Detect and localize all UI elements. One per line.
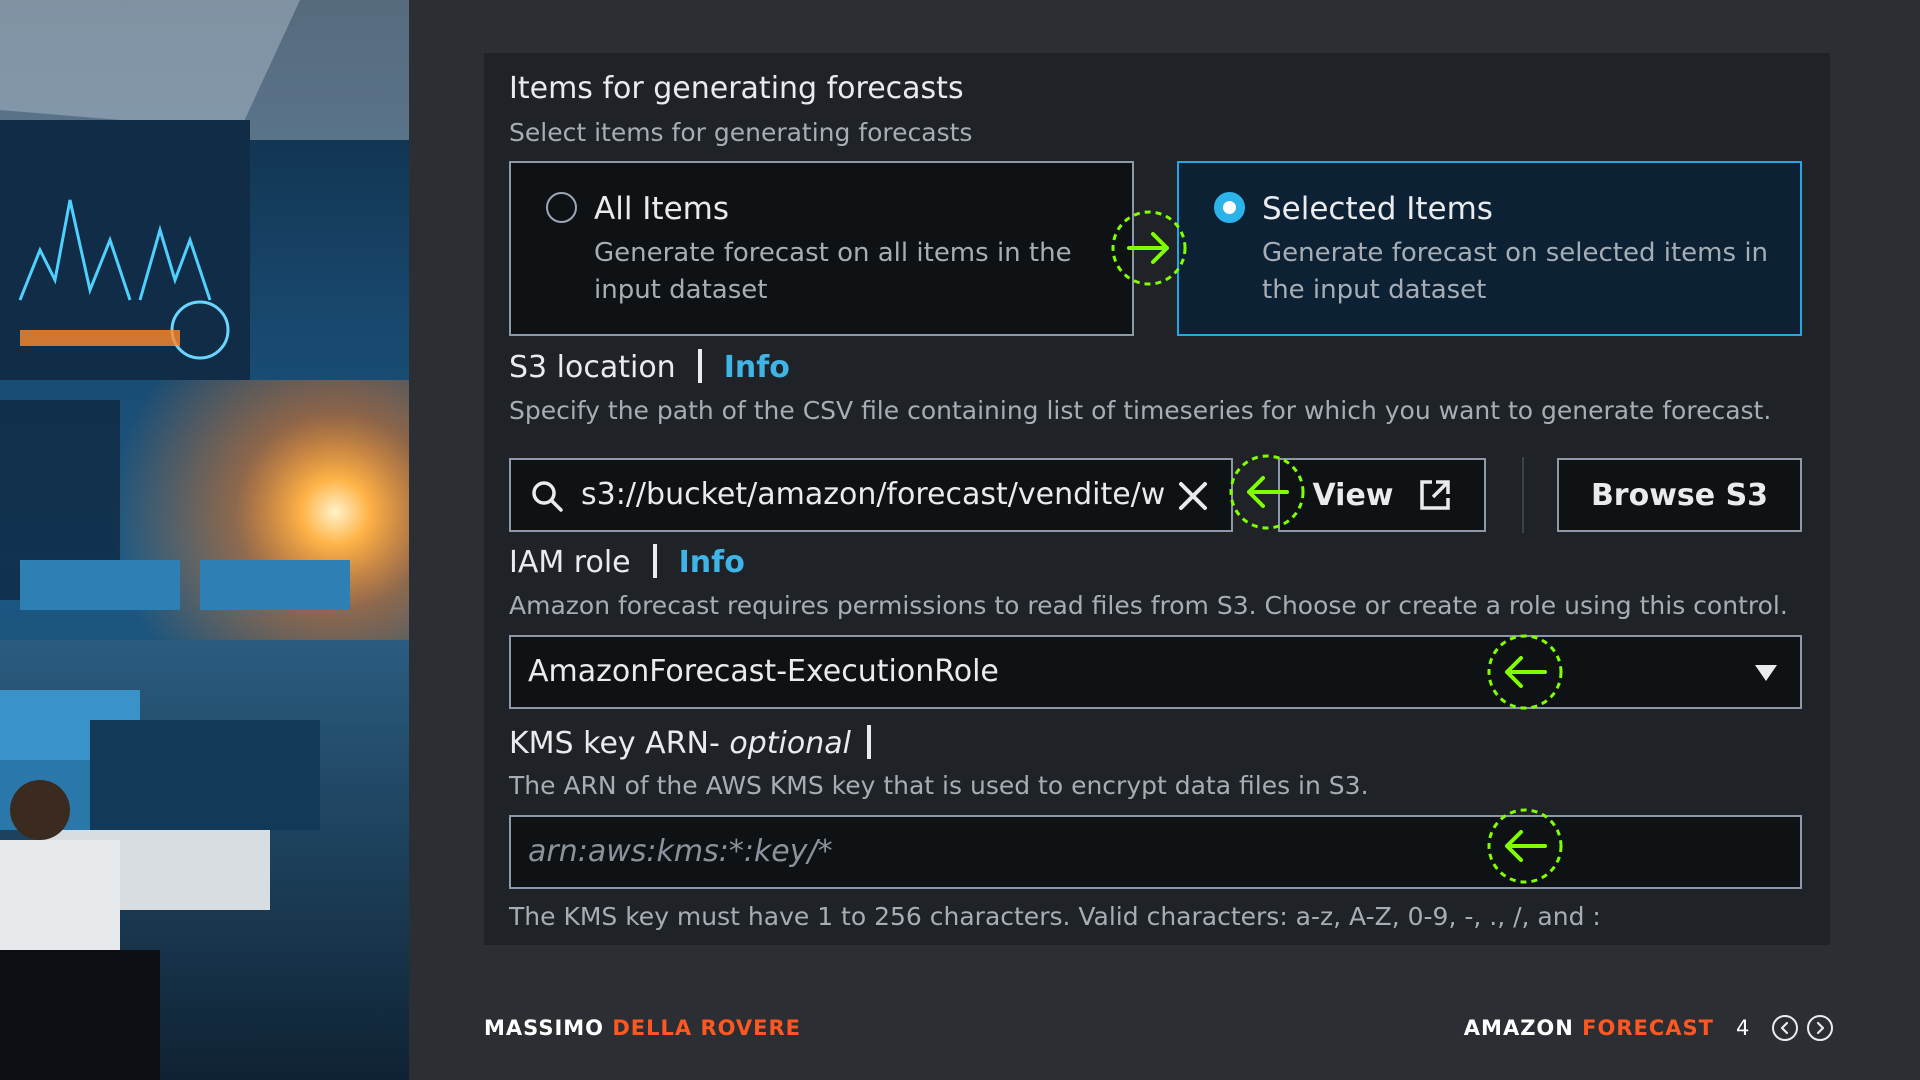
search-icon [532,481,563,512]
iam-role-value: AmazonForecast-ExecutionRole [528,654,999,689]
option-selected-items[interactable]: Selected Items Generate forecast on sele… [1177,161,1802,336]
items-section-title: Items for generating forecasts [509,71,964,106]
items-section-subtitle: Select items for generating forecasts [509,118,973,147]
iam-role-description: Amazon forecast requires permissions to … [509,591,1788,620]
kms-key-optional: optional [729,726,851,761]
button-divider [1522,457,1524,533]
author-first-name: MASSIMO [484,1016,605,1040]
label-separator [866,725,871,759]
view-button[interactable]: View [1278,458,1486,532]
kms-key-hint: The KMS key must have 1 to 256 character… [509,902,1601,931]
view-button-label: View [1312,477,1394,513]
browse-s3-button[interactable]: Browse S3 [1557,458,1802,532]
chevron-left-icon [1780,1021,1789,1035]
external-link-icon [1419,480,1450,510]
label-separator [652,544,657,578]
kms-key-input[interactable]: arn:aws:kms:*:key/* [509,815,1802,889]
option-selected-items-desc: Generate forecast on selected items in t… [1262,238,1769,305]
option-selected-items-title: Selected Items [1262,191,1493,227]
page-number: 4 [1736,1016,1751,1040]
chevron-right-icon [1816,1021,1825,1035]
option-all-items[interactable]: All Items Generate forecast on all items… [509,161,1134,336]
caret-down-icon [1755,665,1777,681]
arrow-left-icon [1229,454,1305,530]
arrow-left-icon [1487,808,1563,884]
forecast-settings-panel: Items for generating forecasts Select it… [484,53,1830,945]
topic-first: AMAZON [1463,1016,1574,1040]
previous-slide-button[interactable] [1772,1015,1798,1041]
topic-last: FORECAST [1582,1016,1714,1040]
footer-topic: AMAZON FORECAST [1464,1016,1714,1040]
s3-location-description: Specify the path of the CSV file contain… [509,396,1772,425]
clear-icon[interactable] [1175,478,1211,514]
iam-role-label: IAM role [509,545,631,580]
iam-role-select[interactable]: AmazonForecast-ExecutionRole [509,635,1802,709]
s3-path-input[interactable]: s3://bucket/amazon/forecast/vendite/we [509,458,1233,532]
footer-author: MASSIMO DELLA ROVERE [484,1016,801,1040]
arrow-left-icon [1487,634,1563,710]
radio-selected-items[interactable] [1214,192,1245,223]
arrow-right-icon [1111,210,1187,286]
option-all-items-title: All Items [594,191,730,227]
hero-illustration [0,0,409,1080]
label-separator [697,349,702,383]
s3-location-label-row: S3 location Info [509,349,790,385]
s3-location-label: S3 location [509,350,676,385]
next-slide-button[interactable] [1807,1015,1833,1041]
option-all-items-desc: Generate forecast on all items in the in… [594,238,1072,305]
iam-role-label-row: IAM role Info [509,544,745,580]
browse-s3-button-label: Browse S3 [1590,477,1769,513]
kms-key-label-row: KMS key ARN- optional [509,725,871,761]
kms-key-placeholder: arn:aws:kms:*:key/* [528,834,833,869]
kms-key-label: KMS key ARN- [509,726,720,761]
iam-info-link[interactable]: Info [679,545,745,580]
kms-key-description: The ARN of the AWS KMS key that is used … [509,771,1369,800]
radio-all-items[interactable] [546,192,577,223]
s3-info-link[interactable]: Info [724,350,790,385]
author-last-name: DELLA ROVERE [612,1016,802,1040]
s3-path-value: s3://bucket/amazon/forecast/vendite/we [581,477,1166,512]
